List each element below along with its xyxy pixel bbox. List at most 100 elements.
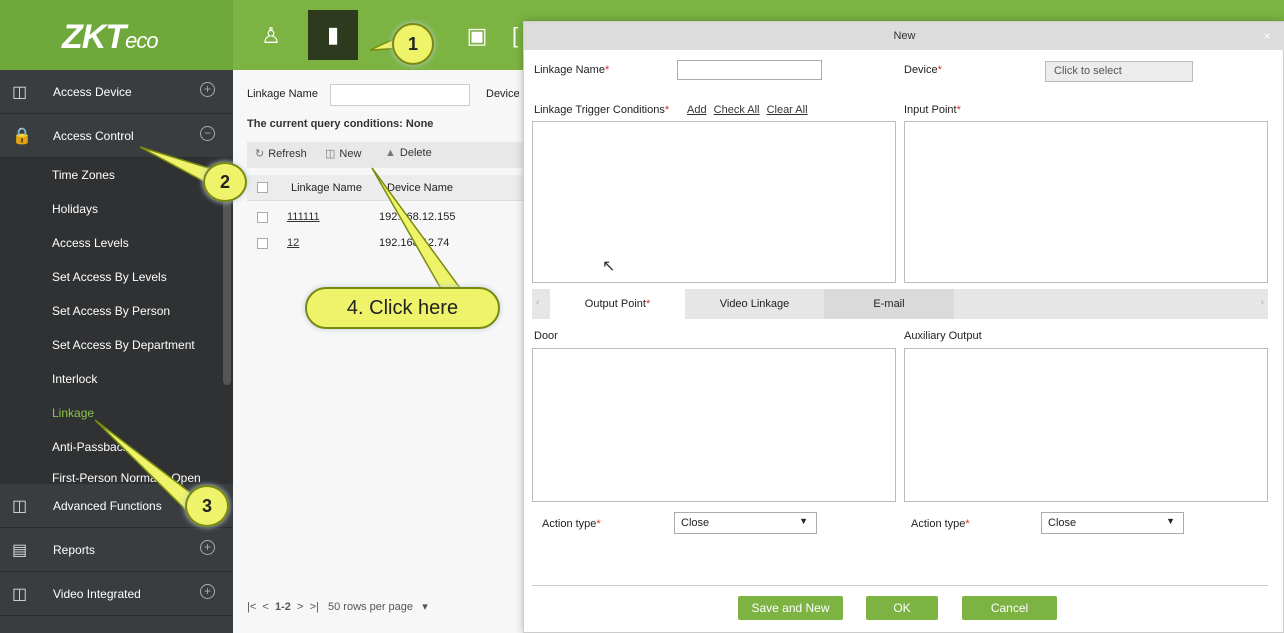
cancel-button[interactable]: Cancel [962,596,1057,620]
clear-all-link[interactable]: Clear All [767,104,808,116]
callout-1: 1 [392,23,434,65]
chevron-down-icon[interactable]: ▾ [416,601,428,613]
select-all-checkbox[interactable] [257,182,268,193]
door-label: Door [534,330,558,342]
sidebar-section-access-control[interactable]: 🔒 Access Control − [0,114,233,158]
sidebar-section-label: Video Integrated [53,587,141,601]
sidebar-section-access-device[interactable]: ◫ Access Device + [0,70,233,114]
advanced-icon: ◫ [12,498,28,515]
sidebar-item-anti-passback[interactable]: Anti-Passback [0,430,233,464]
filter-label: Linkage Name [247,88,318,100]
collapse-icon[interactable]: − [200,126,215,141]
rows-per-page-select[interactable]: 50 rows per page [328,601,413,613]
column-header[interactable]: Device Name [387,182,453,194]
device-name-cell: 192.168.12.155 [379,211,456,223]
sidebar-section-label: Access Device [53,85,132,99]
delete-icon: ▲ [385,147,396,159]
dialog-title: New [524,22,1284,50]
action-type-select-aux[interactable]: Close ▼ [1041,512,1184,534]
output-tabs: ‹ Output Point* Video Linkage E-mail › [532,289,1268,319]
report-icon: ▤ [12,542,28,559]
device-label: Device* [904,64,942,76]
action-type-label: Action type* [542,518,601,530]
personnel-icon[interactable]: ♙ [256,22,286,50]
delete-button[interactable]: ▲ Delete [385,147,432,159]
mouse-cursor-icon: ↖ [602,258,616,275]
tab-left-arrow-icon[interactable]: ‹ [536,297,539,308]
query-conditions: The current query conditions: None [247,118,434,130]
ok-button[interactable]: OK [866,596,938,620]
sidebar-item-linkage[interactable]: Linkage [0,396,233,430]
action-type-select-door[interactable]: Close ▼ [674,512,817,534]
new-icon: ◫ [325,148,336,160]
column-header[interactable]: Linkage Name [291,182,362,194]
sidebar-item-set-access-by-levels[interactable]: Set Access By Levels [0,260,233,294]
row-checkbox[interactable] [257,212,268,223]
sidebar-item-first-person-open[interactable]: First-Person Normally Open [0,464,233,485]
linkage-name-input[interactable] [677,60,822,80]
sidebar-item-holidays[interactable]: Holidays [0,192,233,226]
sidebar-section-label: Reports [53,543,96,557]
new-linkage-dialog: New × Linkage Name* Device* Click to sel… [523,21,1284,633]
save-and-new-button[interactable]: Save and New [738,596,843,620]
last-page-icon[interactable]: >| [310,601,319,613]
table-row[interactable]: 111111 192.168.12.155 [247,208,533,234]
sidebar-item-set-access-by-department[interactable]: Set Access By Department [0,328,233,362]
refresh-button[interactable]: ↻ Refresh [255,147,307,160]
sidebar-section-video-integrated[interactable]: ◫ Video Integrated + [0,572,233,616]
next-page-icon[interactable]: > [297,601,303,613]
sidebar-item-interlock[interactable]: Interlock [0,362,233,396]
app-logo: ZKTeco [62,18,159,56]
tab-output-point[interactable]: Output Point* [550,289,685,319]
door-box[interactable] [532,348,896,502]
footer-divider [532,585,1268,586]
toolbar: ↻ Refresh ◫ New ▲ Delete [247,142,533,168]
action-type-label: Action type* [911,518,970,530]
expand-icon[interactable]: + [200,540,215,555]
input-point-label: Input Point* [904,104,961,116]
table-header: Linkage Name Device Name [247,175,533,201]
page-range: 1-2 [274,601,291,613]
check-all-link[interactable]: Check All [714,104,760,116]
sidebar-item-time-zones[interactable]: Time Zones [0,158,233,192]
dropdown-arrow-icon: ▼ [1166,516,1175,526]
sidebar-section-label: Advanced Functions [53,499,162,513]
main-content: Linkage Name Device The current query co… [233,70,533,633]
prev-page-icon[interactable]: < [262,601,268,613]
lock-icon: 🔒 [12,128,32,145]
expand-icon[interactable]: + [200,82,215,97]
expand-icon[interactable]: + [200,584,215,599]
linkage-name-label: Linkage Name* [534,64,610,76]
new-button[interactable]: ◫ New [325,147,361,160]
tab-video-linkage[interactable]: Video Linkage [687,289,822,319]
table-row[interactable]: 12 192.168.12.74 [247,234,533,260]
tab-email[interactable]: E-mail [824,289,954,319]
row-checkbox[interactable] [257,238,268,249]
linkage-name-filter-input[interactable] [330,84,470,106]
sidebar-item-access-levels[interactable]: Access Levels [0,226,233,260]
linkage-name-link[interactable]: 111111 [287,211,320,223]
dropdown-arrow-icon: ▼ [799,516,808,526]
device-icon: ◫ [12,84,28,101]
sidebar-item-set-access-by-person[interactable]: Set Access By Person [0,294,233,328]
sidebar-section-label: Access Control [53,129,134,143]
close-icon[interactable]: × [1259,28,1275,44]
callout-3: 3 [185,485,229,527]
input-point-box[interactable] [904,121,1268,283]
auxiliary-output-box[interactable] [904,348,1268,502]
tab-right-arrow-icon[interactable]: › [1261,297,1264,308]
device-name-cell: 192.168.12.74 [379,237,450,249]
elevator-icon[interactable]: ▣ [462,22,492,50]
trigger-conditions-box[interactable] [532,121,896,283]
trigger-links: Add Check All Clear All [687,104,812,116]
first-page-icon[interactable]: |< [247,601,256,613]
more-module-icon[interactable]: [ [508,22,522,50]
sidebar-scrollbar[interactable] [223,185,231,385]
logo-area: ZKTeco [0,0,233,70]
sidebar-section-reports[interactable]: ▤ Reports + [0,528,233,572]
device-select-field[interactable]: Click to select [1045,61,1193,82]
add-link[interactable]: Add [687,104,707,116]
linkage-name-link[interactable]: 12 [287,237,299,249]
access-door-icon[interactable]: ▮ [308,10,358,60]
video-icon: ◫ [12,586,28,603]
